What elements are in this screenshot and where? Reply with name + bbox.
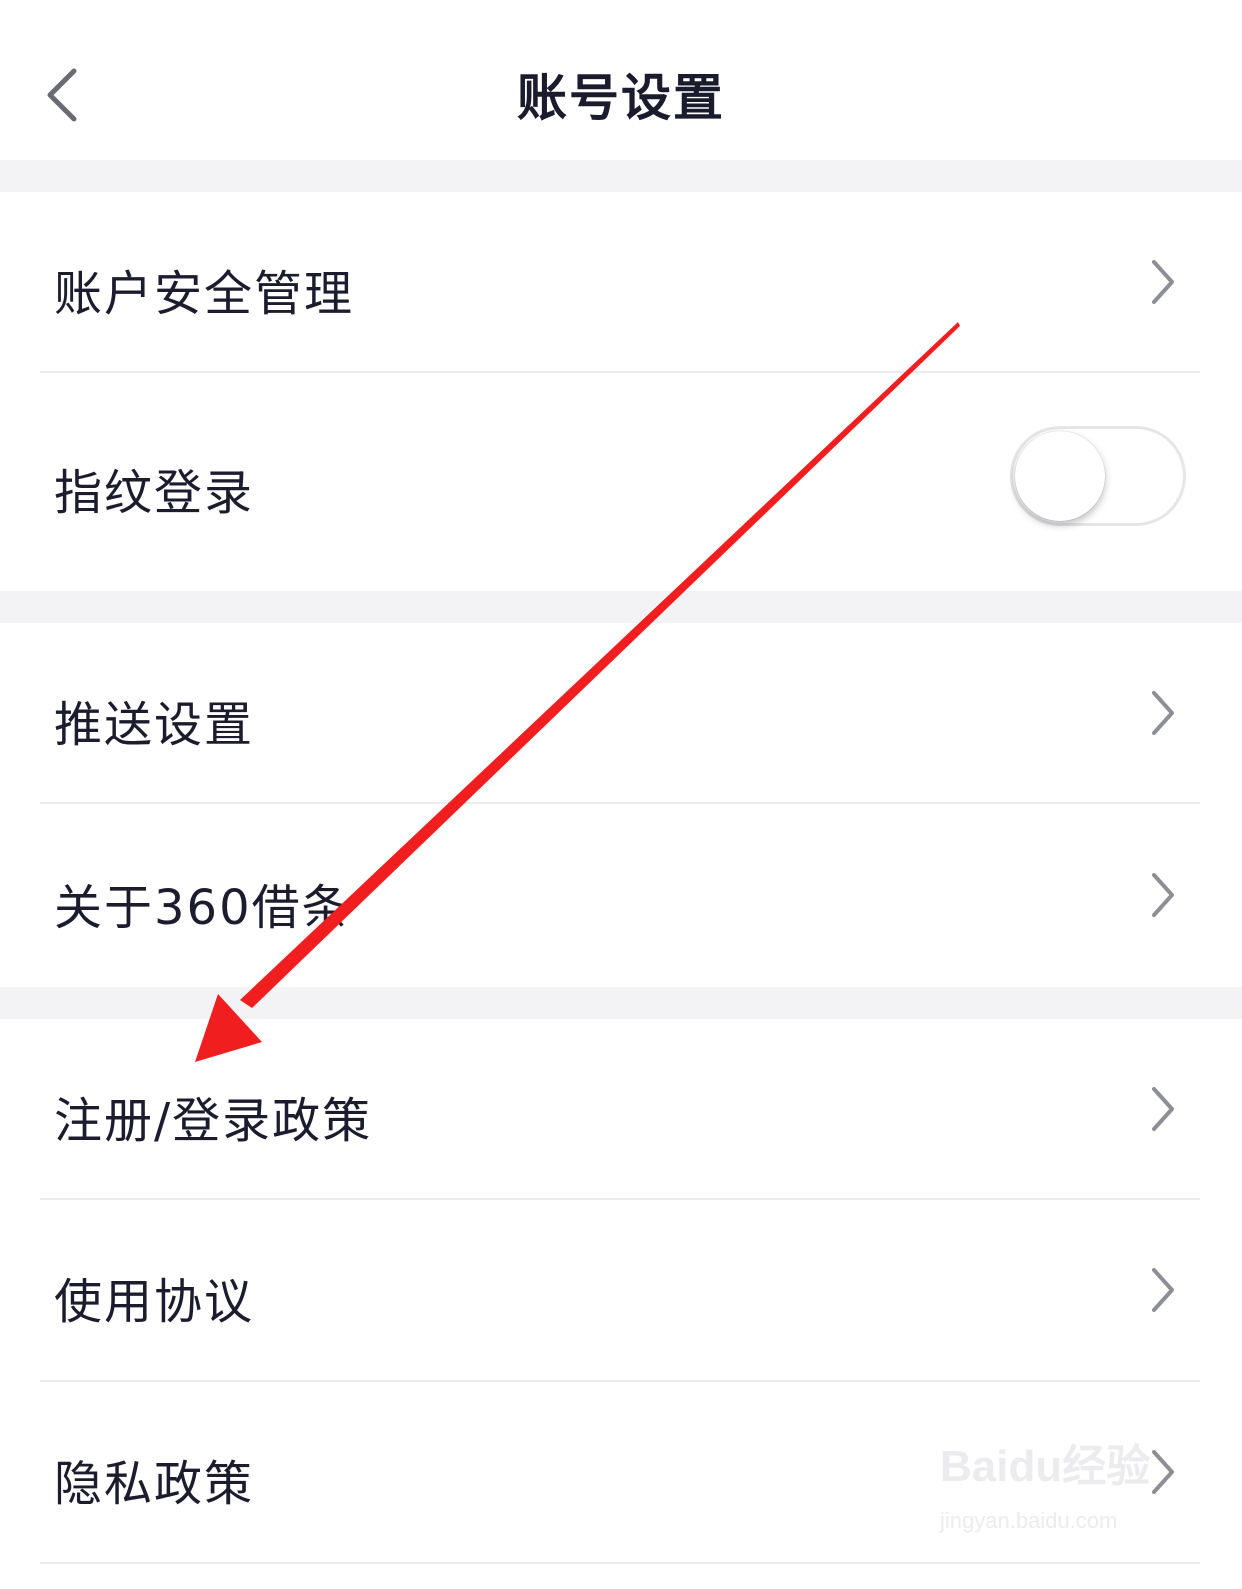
list-item-about[interactable]: 关于360借条 xyxy=(0,804,1242,987)
chevron-right-icon xyxy=(1146,1081,1180,1137)
list-item-push-settings[interactable]: 推送设置 xyxy=(0,623,1242,803)
chevron-right-icon xyxy=(1146,254,1180,310)
chevron-right-icon xyxy=(1146,1262,1180,1318)
navigation-bar: 账号设置 xyxy=(0,0,1242,160)
list-item-label: 关于360借条 xyxy=(54,880,352,936)
list-item-registration-policy[interactable]: 注册/登录政策 xyxy=(0,1019,1242,1199)
list-item-account-security[interactable]: 账户安全管理 xyxy=(0,192,1242,372)
baidu-watermark: Baidu经验 jingyan.baidu.com xyxy=(940,1430,1180,1550)
toggle-knob xyxy=(1015,431,1105,521)
watermark-brand: Baidu经验 xyxy=(940,1442,1151,1491)
watermark-url: jingyan.baidu.com xyxy=(940,1508,1118,1533)
section-gap xyxy=(0,987,1242,1019)
page-title: 账号设置 xyxy=(517,69,725,127)
list-item-label: 隐私政策 xyxy=(54,1456,255,1512)
list-item-label: 账户安全管理 xyxy=(54,266,355,322)
section-gap xyxy=(0,591,1242,623)
list-item-label: 推送设置 xyxy=(54,697,255,753)
list-item-label: 指纹登录 xyxy=(54,465,255,521)
chevron-right-icon xyxy=(1146,685,1180,741)
list-item-user-agreement[interactable]: 使用协议 xyxy=(0,1200,1242,1380)
section-gap xyxy=(0,160,1242,192)
list-item-label: 注册/登录政策 xyxy=(54,1093,373,1149)
account-settings-screen: 账号设置 账户安全管理 指纹登录 推送设置 关于360借条 注册/登录政策 使用… xyxy=(0,0,1242,1589)
fingerprint-toggle[interactable] xyxy=(1010,426,1186,526)
list-item-fingerprint-login: 指纹登录 xyxy=(0,373,1242,591)
divider xyxy=(40,1562,1200,1564)
chevron-right-icon xyxy=(1146,867,1180,923)
list-item-label: 使用协议 xyxy=(54,1274,255,1330)
